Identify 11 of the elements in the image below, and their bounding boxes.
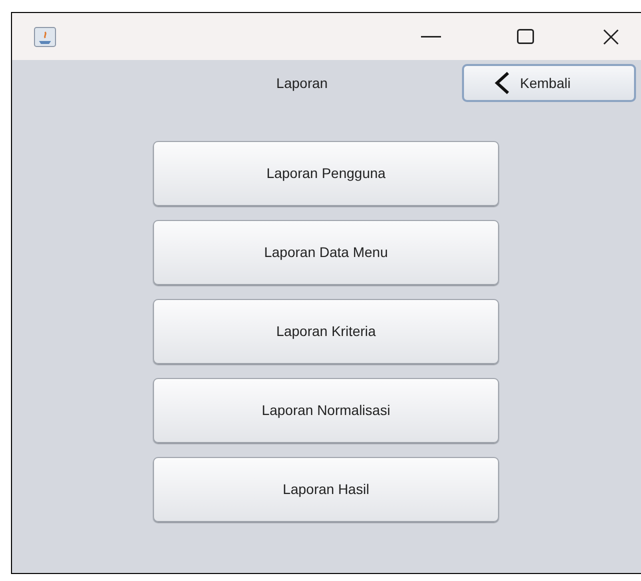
maximize-icon xyxy=(516,29,534,44)
back-button[interactable]: Kembali xyxy=(462,64,636,102)
report-button[interactable]: Laporan Data Menu xyxy=(153,220,499,285)
app-icon xyxy=(34,26,56,46)
report-button[interactable]: Laporan Hasil xyxy=(153,457,499,522)
report-button[interactable]: Laporan Pengguna xyxy=(153,141,499,206)
report-button[interactable]: Laporan Normalisasi xyxy=(153,378,499,443)
report-button[interactable]: Laporan Kriteria xyxy=(153,299,499,364)
minimize-icon xyxy=(421,36,441,38)
close-icon xyxy=(603,28,619,44)
page-title: Laporan xyxy=(276,74,328,93)
